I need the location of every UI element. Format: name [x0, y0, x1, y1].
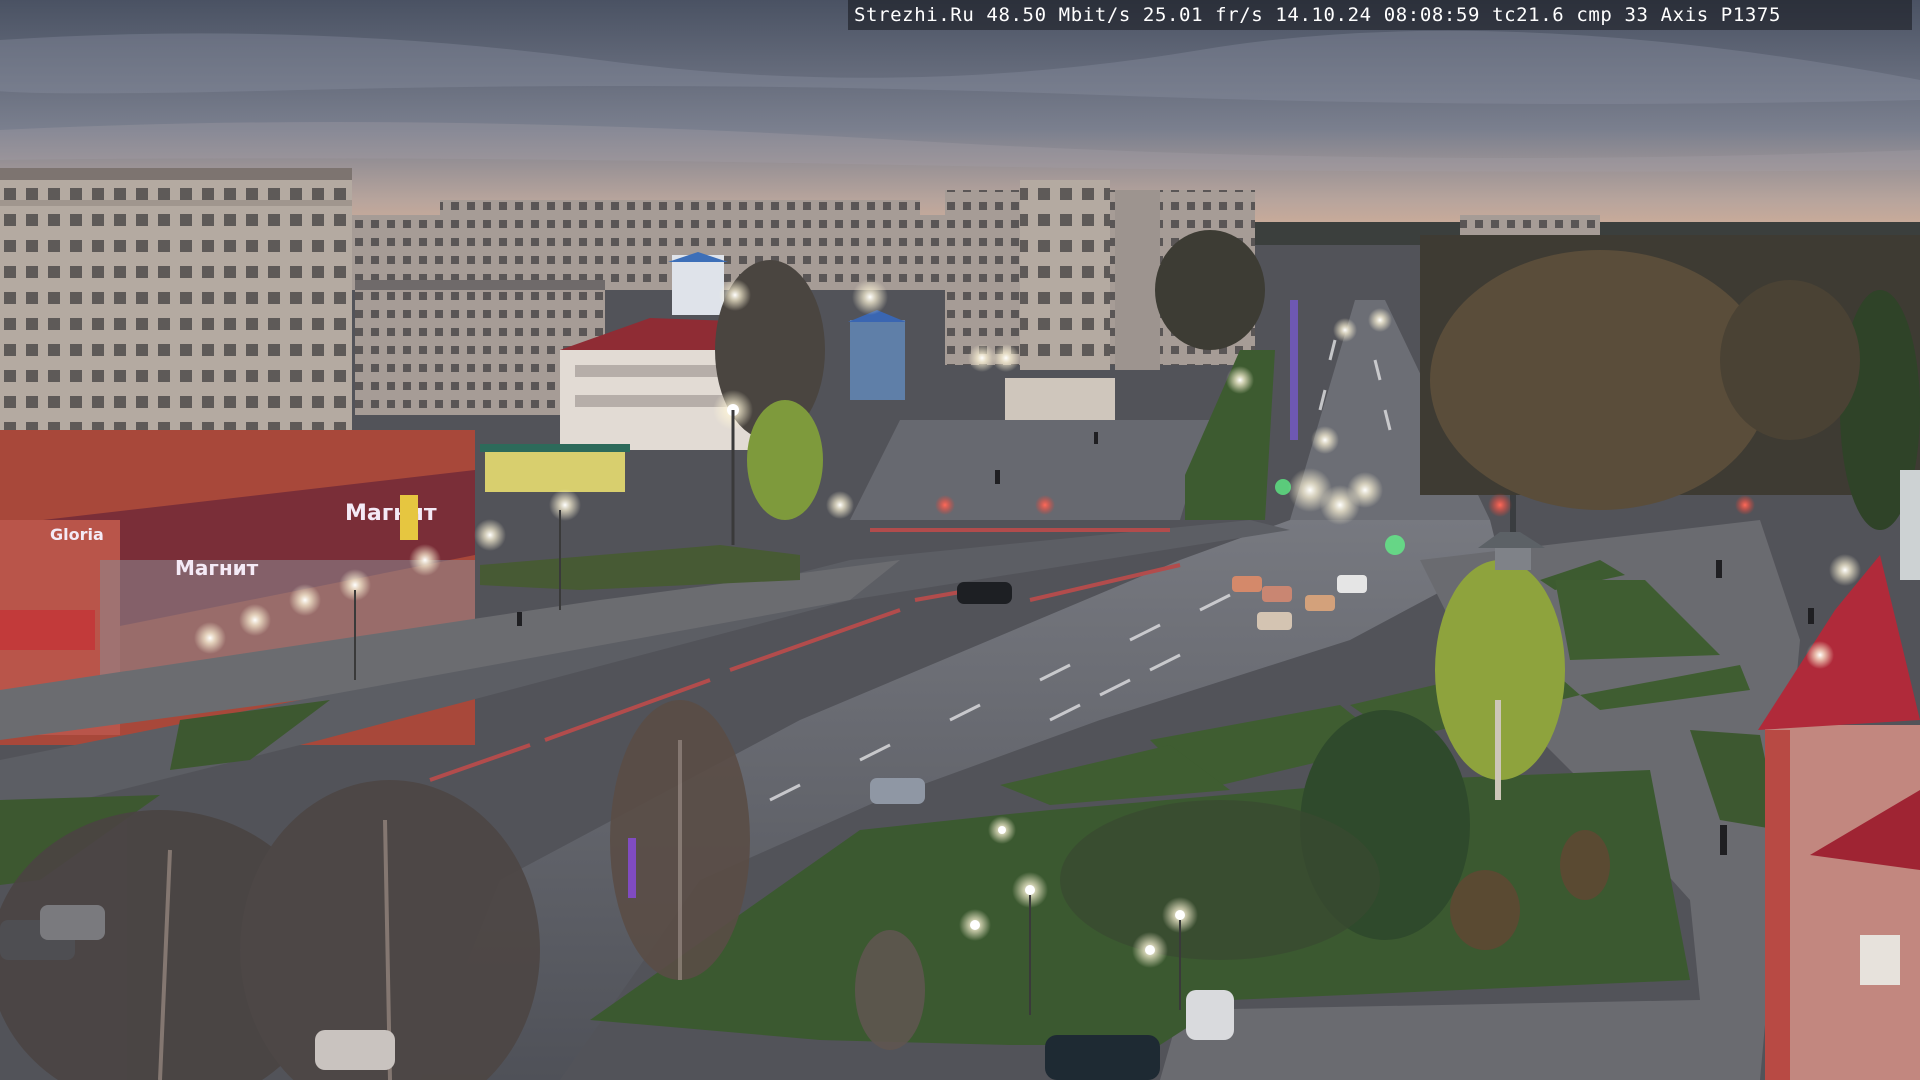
- store-sign-right: Магнит: [345, 501, 437, 526]
- webcam-scene: Gloria Магнит Магнит Strezhi.Ru 48.50 Mb…: [0, 0, 1920, 1080]
- camera-info-overlay: Strezhi.Ru 48.50 Mbit/s 25.01 fr/s 14.10…: [848, 0, 1912, 30]
- store-sign-mid: Магнит: [175, 556, 259, 580]
- central-square: [850, 420, 1210, 520]
- camera-info-text: Strezhi.Ru 48.50 Mbit/s 25.01 fr/s 14.10…: [854, 4, 1781, 26]
- store-sign-left: Gloria: [50, 525, 104, 544]
- city-view-image: Gloria Магнит Магнит: [0, 0, 1920, 1080]
